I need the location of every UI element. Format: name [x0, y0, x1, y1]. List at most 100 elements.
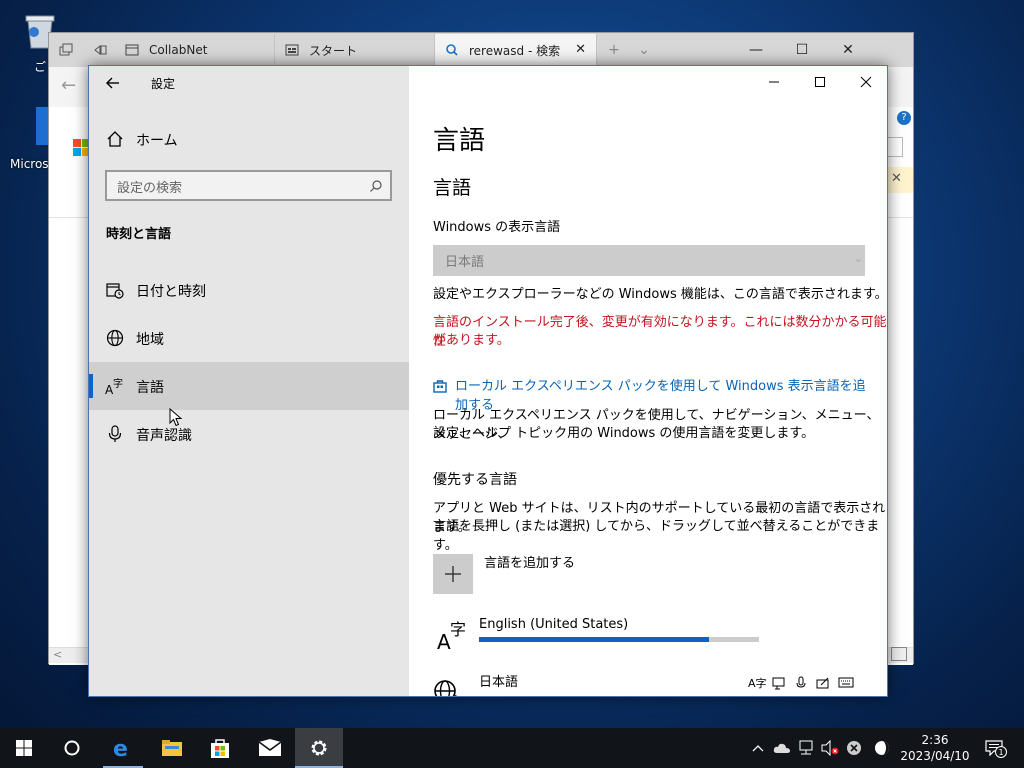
- start-page-icon: [285, 44, 299, 56]
- tab-preview-chevron-icon[interactable]: ⌄: [629, 33, 659, 67]
- back-button[interactable]: [99, 70, 129, 96]
- settings-search-input[interactable]: 設定の検索: [105, 170, 392, 201]
- tab-close-icon[interactable]: ✕: [575, 42, 586, 57]
- taskbar-mail[interactable]: [246, 728, 294, 768]
- new-tab-button[interactable]: +: [599, 33, 629, 67]
- minimize-button[interactable]: [751, 66, 797, 98]
- search-icon: [370, 180, 382, 192]
- restart-warning-line2: があります。: [433, 333, 510, 348]
- svg-text:A: A: [437, 630, 451, 651]
- tab-label: スタート: [309, 43, 358, 58]
- tab-start[interactable]: スタート: [275, 34, 435, 66]
- language-name: 日本語: [479, 675, 519, 690]
- display-language-dropdown[interactable]: 日本語 ⌄: [433, 245, 865, 276]
- tray-volume[interactable]: [820, 738, 840, 758]
- edge-minimize-button[interactable]: —: [733, 33, 779, 67]
- tray-status[interactable]: [844, 738, 864, 758]
- sidebar-item-label: ホーム: [136, 133, 178, 149]
- maximize-button[interactable]: [797, 66, 843, 98]
- close-icon[interactable]: ✕: [891, 171, 902, 186]
- speech-recognition-icon: [796, 676, 806, 688]
- tab-stack-icon: [59, 43, 73, 56]
- add-language-button[interactable]: 言語を追加する: [433, 554, 633, 594]
- scroll-left-icon[interactable]: <: [53, 648, 62, 661]
- sidebar-item-date-time[interactable]: 日付と時刻: [89, 266, 409, 314]
- close-icon: [860, 76, 872, 88]
- page-title: 言語: [433, 126, 486, 156]
- calendar-clock-icon: [106, 283, 124, 299]
- cortana-button[interactable]: [48, 728, 96, 768]
- sidebar-item-label: 日付と時刻: [136, 284, 206, 300]
- settings-content: 言語 言語 Windows の表示言語 日本語 ⌄ 設定やエクスプローラーなどの…: [409, 66, 887, 697]
- language-features: A字: [748, 675, 873, 691]
- system-clock[interactable]: 2:36 2023/04/10: [900, 732, 970, 764]
- edge-icon: e: [113, 737, 128, 760]
- svg-text:e: e: [113, 737, 128, 760]
- tray-onedrive[interactable]: [772, 738, 792, 758]
- back-arrow-icon: [106, 77, 119, 89]
- keyboard-icon: [838, 677, 854, 688]
- dropdown-value: 日本語: [445, 255, 485, 270]
- start-button[interactable]: [0, 728, 48, 768]
- clock-date: 2023/04/10: [900, 749, 970, 763]
- taskbar: e 2:36 2023/04/10 1: [0, 728, 1024, 768]
- chevron-up-icon: [752, 745, 764, 752]
- taskbar-store[interactable]: [196, 728, 244, 768]
- svg-text:字: 字: [450, 620, 466, 639]
- svg-text:字: 字: [449, 695, 463, 697]
- minimize-icon: [769, 81, 779, 83]
- sidebar-item-label: 音声認識: [136, 428, 192, 444]
- show-hidden-icons-button[interactable]: [748, 738, 768, 758]
- tab-actions-button[interactable]: [49, 34, 83, 66]
- tab-set-aside-button[interactable]: [83, 34, 115, 66]
- handwriting-icon: [816, 677, 829, 689]
- moon-icon: [875, 741, 889, 755]
- edge-tab-bar: CollabNet スタート rerewasd - 検索 ✕ + ⌄ — ☐ ✕: [49, 33, 913, 67]
- taskbar-settings[interactable]: [295, 728, 343, 768]
- set-aside-icon: [94, 44, 107, 56]
- settings-window: 設定 ホーム 設定の検索 時刻と言語 日付と時刻 地域 A 字 言語 音声認識 …: [88, 65, 888, 697]
- edge-close-button[interactable]: ✕: [825, 33, 871, 67]
- display-language-label: Windows の表示言語: [433, 220, 561, 235]
- sidebar-item-language[interactable]: A 字 言語: [89, 362, 409, 410]
- svg-text:字: 字: [113, 377, 123, 390]
- sidebar-item-home[interactable]: ホーム: [89, 115, 409, 163]
- home-icon: [107, 131, 123, 147]
- edge-maximize-button[interactable]: ☐: [779, 33, 825, 67]
- sidebar-item-label: 言語: [136, 380, 164, 396]
- tab-collabnet[interactable]: CollabNet: [115, 34, 275, 66]
- taskbar-file-explorer[interactable]: [148, 728, 196, 768]
- microphone-icon: [108, 425, 122, 442]
- text-to-speech-icon: [772, 677, 785, 690]
- store-bag-icon: [433, 380, 447, 393]
- sidebar-item-region[interactable]: 地域: [89, 314, 409, 362]
- network-icon: [799, 740, 813, 755]
- language-item-japanese[interactable]: 字 日本語 A字: [433, 671, 873, 697]
- lep-description-line2: 設定、ヘルプ トピック用の Windows の使用言語を変更します。: [433, 426, 815, 441]
- tray-night-mode[interactable]: [872, 738, 892, 758]
- add-language-label: 言語を追加する: [484, 556, 576, 571]
- notification-bar: ✕: [885, 167, 913, 193]
- store-bag-icon: [211, 739, 229, 758]
- sidebar-item-speech[interactable]: 音声認識: [89, 410, 409, 458]
- search-placeholder: 設定の検索: [117, 181, 183, 196]
- download-progress-fill: [479, 637, 709, 642]
- back-arrow-icon[interactable]: ←: [61, 75, 76, 96]
- taskbar-edge[interactable]: e: [99, 728, 147, 768]
- section-title: 時刻と言語: [106, 227, 172, 242]
- chevron-down-icon: ⌄: [853, 252, 863, 265]
- section-heading-language: 言語: [433, 177, 472, 199]
- sidebar-item-label: 地域: [136, 332, 164, 348]
- help-icon[interactable]: ?: [897, 111, 911, 125]
- language-item-english[interactable]: A 字 English (United States): [433, 611, 873, 661]
- desktop-icon-label: Micros: [10, 157, 49, 171]
- tray-network[interactable]: [796, 738, 816, 758]
- action-center-button[interactable]: 1: [982, 738, 1007, 758]
- desktop-icon-label: ご: [34, 60, 47, 74]
- close-button[interactable]: [843, 66, 887, 98]
- language-icon: A 字: [437, 620, 466, 651]
- tab-search[interactable]: rerewasd - 検索 ✕: [435, 34, 597, 66]
- local-experience-pack-link[interactable]: ローカル エクスペリエンス パックを使用して Windows 表示言語を追加する: [433, 377, 873, 413]
- language-icon: A 字: [105, 377, 123, 396]
- mouse-cursor-icon: [169, 408, 183, 427]
